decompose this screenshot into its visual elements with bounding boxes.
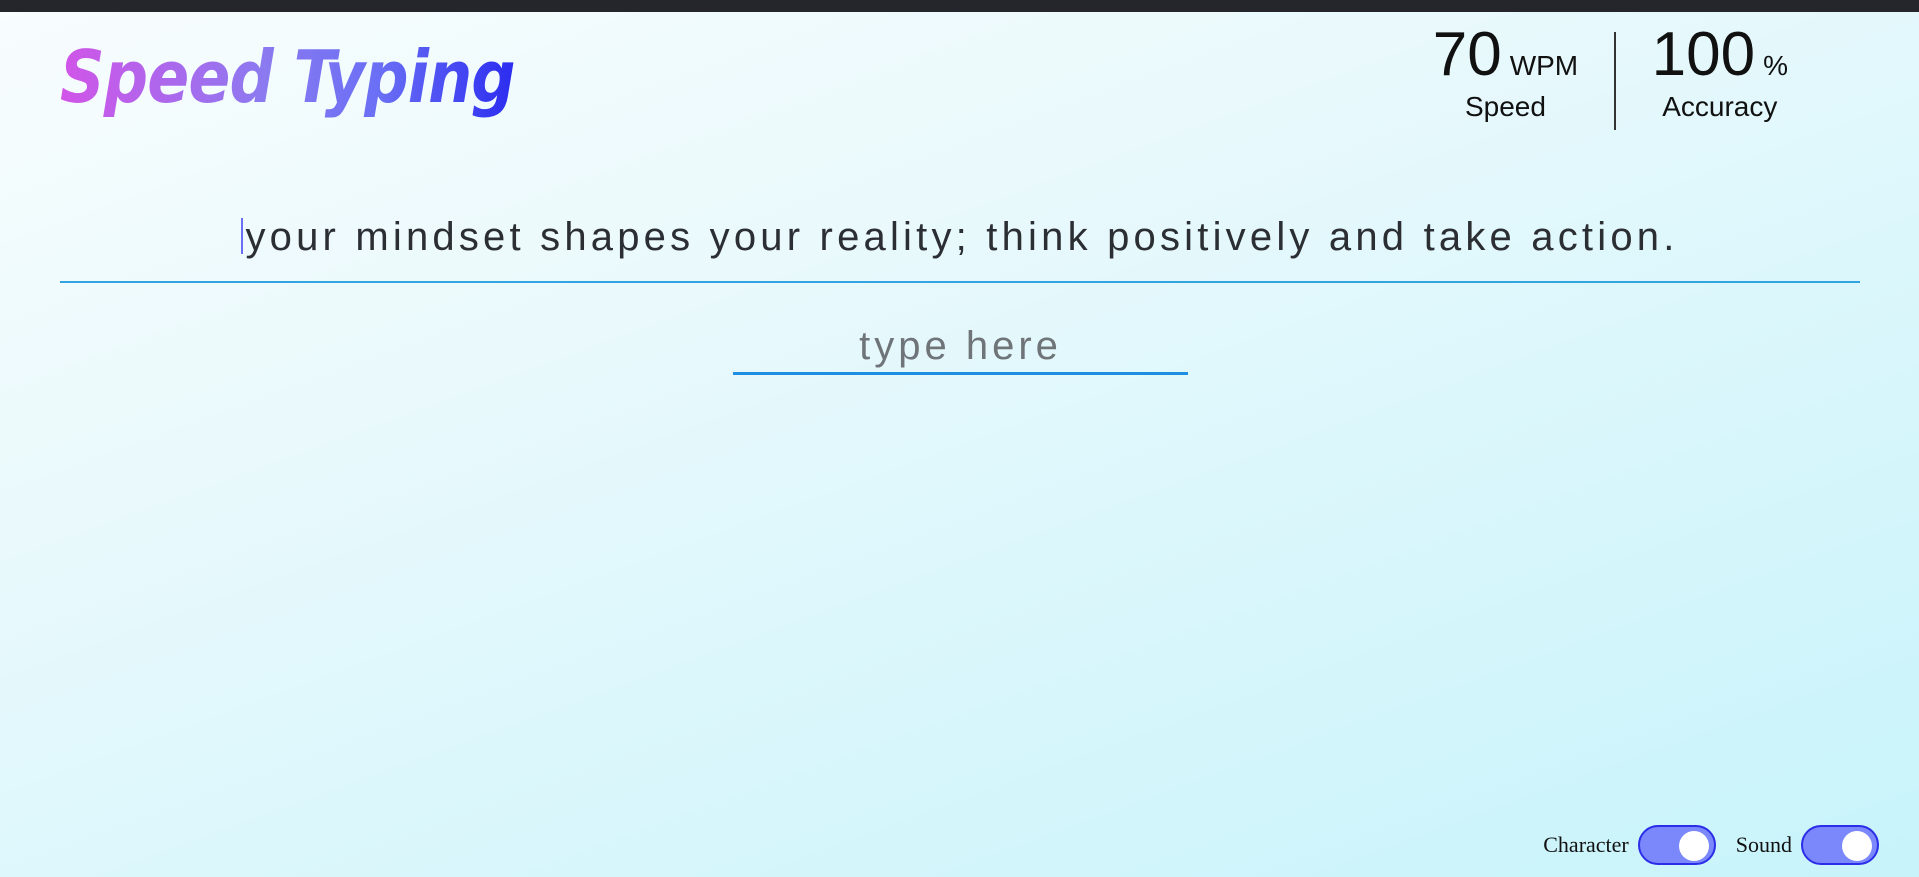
character-toggle-label: Character: [1543, 832, 1629, 857]
settings-toggles: Character Sound: [1543, 825, 1879, 865]
typing-input[interactable]: [733, 320, 1188, 375]
speed-stat: 70 WPM Speed: [1397, 22, 1614, 130]
accuracy-value-row: 100 %: [1652, 22, 1788, 87]
accuracy-label: Accuracy: [1662, 91, 1778, 123]
app-title: Speed Typing: [60, 35, 516, 119]
character-toggle-knob: [1678, 831, 1709, 861]
accuracy-unit: %: [1763, 50, 1788, 81]
speed-value-row: 70 WPM: [1433, 22, 1578, 87]
speed-unit: WPM: [1509, 50, 1579, 81]
sound-toggle[interactable]: [1801, 825, 1879, 865]
speed-value: 70: [1432, 20, 1502, 89]
sound-toggle-knob: [1842, 831, 1872, 861]
prompt-line: your mindset shapes your reality; think …: [241, 208, 1678, 281]
stats-panel: 70 WPM Speed 100 % Accuracy: [1397, 22, 1824, 130]
accuracy-value: 100: [1651, 20, 1756, 89]
accuracy-stat: 100 % Accuracy: [1616, 22, 1824, 130]
sound-toggle-label: Sound: [1735, 832, 1792, 857]
prompt-text: your mindset shapes your reality; think …: [245, 215, 1679, 259]
typing-caret: [241, 218, 244, 255]
top-window-strip: [0, 0, 1919, 12]
character-toggle[interactable]: [1637, 825, 1716, 865]
speed-label: Speed: [1464, 91, 1546, 123]
prompt-text-area: your mindset shapes your reality; think …: [60, 208, 1860, 283]
